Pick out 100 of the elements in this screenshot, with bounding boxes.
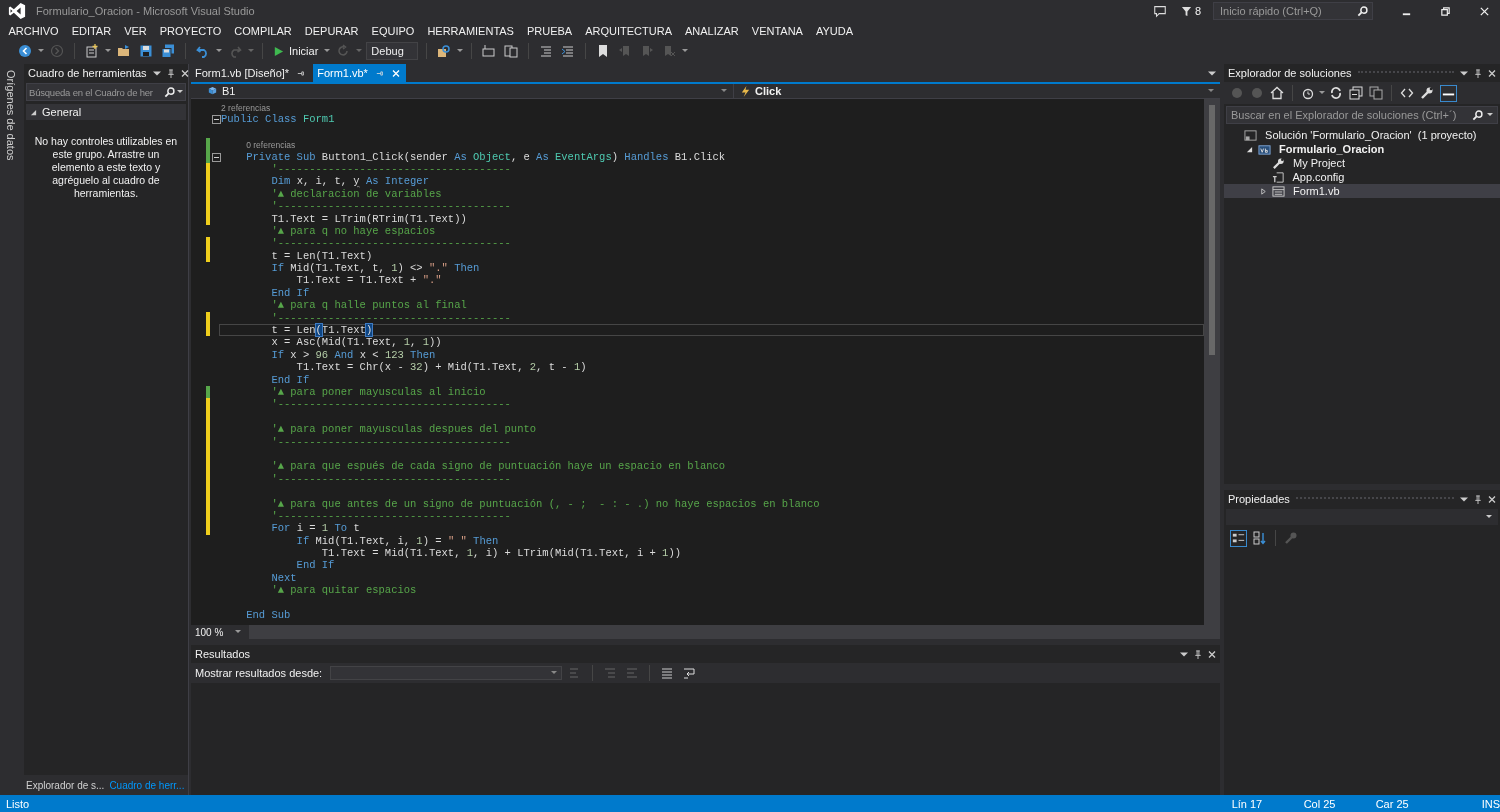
- preview-icon[interactable]: [1440, 84, 1457, 102]
- history-icon[interactable]: [1301, 86, 1315, 100]
- new-project-icon[interactable]: [85, 44, 99, 58]
- search-icon[interactable]: [1357, 5, 1368, 17]
- tree-item[interactable]: My Project: [1224, 156, 1500, 170]
- windows-icon[interactable]: [504, 44, 519, 58]
- close-icon[interactable]: [1208, 649, 1216, 659]
- pin-icon[interactable]: [1194, 649, 1202, 659]
- menu-item[interactable]: VENTANA: [745, 22, 810, 40]
- panel-tab[interactable]: Explorador de s...: [26, 779, 105, 791]
- menu-item[interactable]: DEPURAR: [298, 22, 366, 40]
- close-icon[interactable]: [180, 68, 189, 78]
- word-wrap-icon[interactable]: [682, 666, 697, 680]
- panel-title: Resultados: [195, 648, 251, 660]
- menu-item[interactable]: EQUIPO: [365, 22, 421, 40]
- caret-icon[interactable]: [38, 49, 44, 53]
- home-icon[interactable]: [1270, 86, 1284, 100]
- code-line: T1.Text = LTrim(RTrim(T1.Text)): [270, 212, 468, 225]
- back-icon[interactable]: [18, 44, 32, 58]
- code-line: Dim x, i, t, y As Integer: [270, 175, 430, 188]
- collapse-icon[interactable]: [1349, 86, 1363, 100]
- search-icon[interactable]: [164, 86, 175, 98]
- menu-item[interactable]: HERRAMIENTAS: [420, 22, 521, 40]
- code-line: '-------------------------------------: [270, 398, 512, 411]
- feedback-icon[interactable]: [1152, 4, 1167, 18]
- sync-icon[interactable]: [1329, 86, 1343, 100]
- code-line: End If: [295, 559, 336, 572]
- copy-icon[interactable]: [1369, 86, 1383, 100]
- object-dropdown[interactable]: B1: [191, 84, 734, 98]
- save-icon[interactable]: [139, 44, 153, 58]
- tree-item[interactable]: Form1.vb: [1224, 184, 1500, 198]
- caret-icon[interactable]: [105, 49, 111, 53]
- expander-icon[interactable]: [1246, 145, 1253, 153]
- window-title: Formulario_Oracion - Microsoft Visual Studio: [36, 5, 255, 17]
- caret-icon[interactable]: [1319, 91, 1325, 95]
- caret-icon[interactable]: [216, 49, 222, 53]
- menu-item[interactable]: ARCHIVO: [2, 22, 66, 40]
- menu-item[interactable]: COMPILAR: [227, 22, 299, 40]
- pin-icon[interactable]: [1474, 68, 1482, 78]
- clear-icon[interactable]: [660, 666, 675, 680]
- find-icon[interactable]: [437, 44, 452, 58]
- code-line: End If: [270, 373, 311, 386]
- quick-launch-field[interactable]: Inicio rápido (Ctrl+Q): [1213, 2, 1373, 20]
- control-icon: [207, 85, 218, 97]
- tree-item[interactable]: Solución 'Formulario_Oracion' (1 proyecto): [1224, 128, 1500, 142]
- close-icon[interactable]: [1488, 494, 1496, 504]
- folder-icon[interactable]: [117, 44, 131, 58]
- wrench-icon[interactable]: [1420, 86, 1434, 100]
- tree-item[interactable]: Formulario_Oracion: [1224, 142, 1500, 156]
- notification-button[interactable]: 8: [1180, 5, 1201, 17]
- search-field[interactable]: Búsqueda en el Cuadro de her: [26, 83, 186, 101]
- comment-icon[interactable]: [561, 44, 576, 58]
- menu-item[interactable]: AYUDA: [809, 22, 860, 40]
- search-field[interactable]: Buscar en el Explorador de soluciones (Ctrl+´): [1226, 106, 1498, 124]
- funnel-icon: [1180, 5, 1192, 17]
- pin-icon[interactable]: [1474, 494, 1482, 504]
- restore-icon[interactable]: [1440, 5, 1451, 17]
- toolbox-group[interactable]: General: [26, 104, 186, 120]
- caret-icon[interactable]: [457, 49, 464, 53]
- undo-icon[interactable]: [196, 44, 210, 58]
- side-tab[interactable]: Orígenes de datos: [5, 68, 17, 163]
- caret-icon[interactable]: [1487, 113, 1493, 117]
- code-lens[interactable]: 2 referencias: [221, 103, 271, 113]
- document-tab[interactable]: Form1.vb [Diseño]*: [191, 64, 312, 82]
- line-indicator: Lín 17: [1231, 797, 1264, 810]
- play-icon: [273, 45, 284, 57]
- vertical-scrollbar[interactable]: [1204, 99, 1220, 625]
- code-line: t = Len(T1.Text): [270, 249, 374, 263]
- configuration-dropdown[interactable]: Debug: [366, 42, 419, 60]
- zoom-dropdown[interactable]: 100 %: [191, 625, 246, 639]
- pin-icon[interactable]: [297, 68, 306, 78]
- horizontal-scrollbar[interactable]: [249, 625, 1220, 639]
- indent-icon[interactable]: [539, 44, 554, 58]
- code-line: '▲ para que antes de un signo de puntuación (, - ; - : - .) no haye espacios en blanco: [270, 497, 821, 510]
- menu-item[interactable]: PRUEBA: [520, 22, 579, 40]
- search-icon[interactable]: [1472, 109, 1483, 121]
- menu-item[interactable]: EDITAR: [65, 22, 118, 40]
- fold-icon[interactable]: [212, 152, 221, 162]
- expander-icon[interactable]: [1260, 187, 1267, 195]
- menu-item[interactable]: ARQUITECTURA: [578, 22, 679, 40]
- save-all-icon[interactable]: [161, 44, 175, 58]
- window-icon[interactable]: [482, 44, 497, 58]
- caret-icon[interactable]: [324, 49, 331, 53]
- panel-tab[interactable]: Cuadro de herr...: [109, 779, 185, 791]
- menu-item[interactable]: VER: [117, 22, 154, 40]
- code-lens[interactable]: 0 referencias: [246, 140, 296, 151]
- sort-alphabetical-icon[interactable]: [1253, 531, 1267, 545]
- code-icon[interactable]: [1400, 86, 1414, 100]
- pin-icon[interactable]: [166, 68, 175, 78]
- fold-icon[interactable]: [212, 115, 221, 125]
- start-button[interactable]: Iniciar: [271, 45, 321, 57]
- caret-icon[interactable]: [682, 49, 689, 53]
- event-dropdown[interactable]: Click: [734, 84, 1220, 98]
- close-icon[interactable]: [1488, 68, 1496, 78]
- categorized-icon[interactable]: [1230, 529, 1247, 547]
- caret-icon[interactable]: [177, 90, 183, 94]
- column-indicator: Col 25: [1303, 797, 1337, 810]
- menu-item[interactable]: ANALIZAR: [678, 22, 746, 40]
- menu-item[interactable]: PROYECTO: [153, 22, 228, 40]
- tree-item[interactable]: App.config: [1224, 170, 1500, 184]
